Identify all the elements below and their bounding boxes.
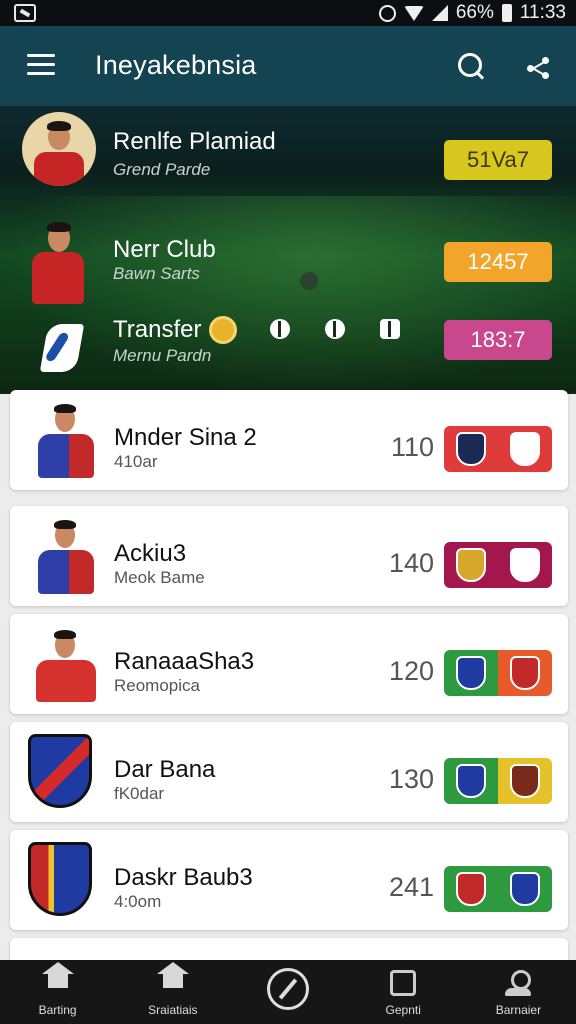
list-item[interactable]: Mnder Sina 2 410ar 110 [10, 390, 568, 490]
featured-name: Renlfe Plamiad [113, 128, 276, 155]
stats-icon [390, 970, 417, 996]
list-item[interactable]: Daskr Baub3 4:0om 241 [10, 830, 568, 930]
item-name: Dar Bana [114, 756, 216, 783]
signal-icon [431, 5, 448, 21]
team-right [498, 758, 552, 804]
ball-icon [325, 319, 345, 339]
battery-level: 66% [455, 2, 494, 23]
team-crest-icon [510, 656, 540, 690]
team-right [498, 542, 552, 588]
featured-sub: Bawn Sarts [113, 264, 200, 283]
search-icon[interactable] [458, 53, 486, 81]
coin-icon [209, 316, 237, 344]
featured-name: Nerr Club [113, 236, 216, 263]
nav-stats[interactable]: Gepnti [346, 960, 461, 1024]
team-crest-icon [510, 432, 540, 466]
status-bar: 66% 11:33 [0, 0, 576, 26]
featured-row[interactable]: Transfer Mernu Pardn 183:7 [0, 300, 576, 396]
featured-row[interactable]: Renlfe Plamiad Grend Parde 51Va7 [0, 110, 576, 206]
matchup-badge[interactable] [444, 542, 552, 588]
menu-icon[interactable] [27, 54, 55, 76]
item-score: 140 [388, 548, 434, 578]
alarm-icon [378, 4, 396, 22]
team-left [444, 426, 498, 472]
item-sub: 4:0om [114, 892, 162, 911]
featured-sub: Mernu Pardn [113, 346, 212, 365]
value-badge[interactable]: 183:7 [444, 320, 552, 360]
kit-icon [380, 319, 400, 339]
list-item[interactable]: Dar Bana fK0dar 130 [10, 722, 568, 822]
featured-name: Transfer [113, 316, 202, 343]
featured-sub: Grend Parde [113, 160, 211, 179]
team-right [498, 866, 552, 912]
player-avatar [22, 112, 96, 186]
team-crest-icon [510, 764, 540, 798]
team-left [444, 650, 498, 696]
stadium-icon [156, 962, 189, 994]
battery-icon [501, 4, 512, 22]
nav-label: Barnaier [495, 1003, 542, 1017]
nav-profile[interactable]: Barnaier [461, 960, 576, 1024]
item-score: 130 [388, 764, 434, 794]
value-badge[interactable]: 12457 [444, 242, 552, 282]
item-sub: Reomopica [114, 676, 200, 695]
status-time: 11:33 [519, 2, 566, 23]
team-right [498, 426, 552, 472]
matchup-badge[interactable] [444, 426, 552, 472]
user-icon [505, 970, 532, 998]
team-crest-icon [456, 872, 486, 906]
nav-label: Sraiatiais [148, 1003, 198, 1017]
team-left [444, 866, 498, 912]
nav-label: Gepnti [385, 1003, 421, 1017]
matchup-badge[interactable] [444, 758, 552, 804]
player-figure [24, 218, 98, 308]
app-screen: 66% 11:33 Ineyakebnsia Renlfe Plamiad Gr… [0, 0, 576, 1024]
item-sub: Meok Bame [114, 568, 205, 587]
team-crest-icon [456, 764, 486, 798]
matchup-badge[interactable] [444, 650, 552, 696]
team-left [444, 542, 498, 588]
whistle-icon [267, 968, 309, 1010]
team-crest-icon [510, 548, 540, 582]
club-crest-icon [28, 734, 92, 808]
nav-label: Barting [38, 1003, 77, 1017]
club-crest-icon [28, 842, 92, 916]
nav-center[interactable] [230, 960, 345, 1024]
player-avatar [28, 628, 100, 702]
item-sub: 410ar [114, 452, 158, 471]
player-avatar [28, 520, 100, 594]
item-name: Ackiu3 [114, 540, 187, 567]
team-left [444, 758, 498, 804]
nav-home[interactable]: Barting [0, 960, 115, 1024]
item-name: RanaaaSha3 [114, 648, 255, 675]
team-right [498, 650, 552, 696]
team-crest-icon [510, 872, 540, 906]
matchup-badge[interactable] [444, 866, 552, 912]
bottom-nav: Barting Sraiatiais Gepnti Barnaier [0, 960, 576, 1024]
item-score: 110 [390, 432, 434, 462]
app-title: Ineyakebnsia [95, 50, 257, 80]
share-icon[interactable] [527, 57, 551, 79]
item-sub: fK0dar [114, 784, 165, 803]
team-crest-icon [456, 656, 486, 690]
item-name: Mnder Sina 2 [114, 424, 257, 451]
list-item[interactable]: Ackiu3 Meok Bame 140 [10, 506, 568, 606]
notification-icon [14, 4, 36, 22]
nav-stadium[interactable]: Sraiatiais [115, 960, 230, 1024]
home-icon [41, 962, 74, 994]
ball-icon [270, 319, 290, 339]
item-name: Daskr Baub3 [114, 864, 253, 891]
item-score: 120 [388, 656, 434, 686]
team-crest-icon [456, 548, 486, 582]
list-item[interactable]: RanaaaSha3 Reomopica 120 [10, 614, 568, 714]
item-score: 241 [388, 872, 434, 902]
player-avatar [28, 404, 100, 478]
app-bar [0, 26, 576, 106]
value-badge[interactable]: 51Va7 [444, 140, 552, 180]
team-crest-icon [456, 432, 486, 466]
wifi-icon [403, 5, 424, 21]
